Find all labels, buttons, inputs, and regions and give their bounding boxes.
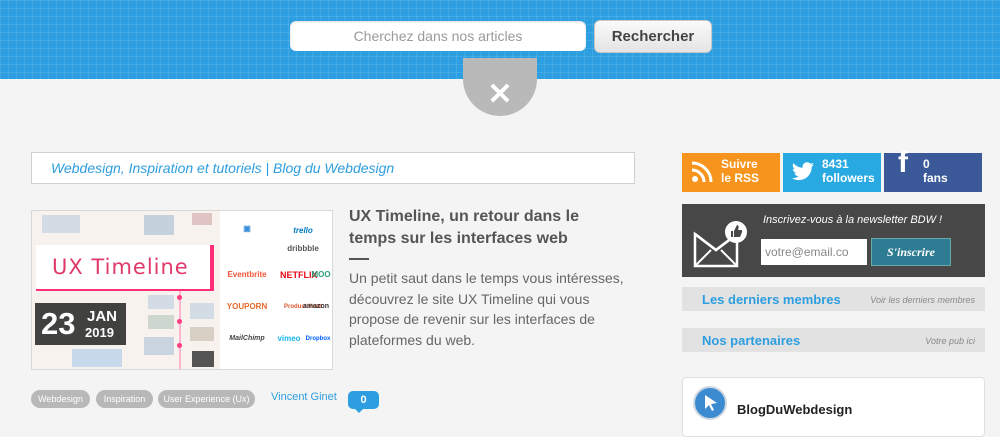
logo-youporn: YOUPORN [226,302,268,311]
article-excerpt: Un petit saut dans le temps vous intéres… [349,270,624,348]
page-avatar[interactable] [693,386,727,420]
logo-eventbrite: Eventbrite [227,270,267,279]
facebook-icon: f [898,146,908,179]
date-badge: 23 JAN 2019 [35,303,126,345]
date-month: JAN [87,308,118,325]
rss-line2: le RSS [721,171,760,185]
partners-title[interactable]: Nos partenaires [702,333,800,348]
logo-dribbble: dribbble [287,244,319,253]
logo-vimeo: vimeo [277,334,301,343]
article-title[interactable]: UX Timeline, un retour dans le temps sur… [349,206,629,250]
subscribe-button[interactable]: S'inscrire [871,238,951,266]
title-separator [349,258,369,260]
newsletter-email-input[interactable] [761,239,867,265]
facebook-page-name[interactable]: BlogDuWebdesign [737,402,852,417]
twitter-icon [792,162,814,181]
tag-inspiration[interactable]: Inspiration [96,390,153,408]
article-author[interactable]: Vincent Ginet [271,391,337,403]
tag-ux[interactable]: User Experience (Ux) [158,390,255,408]
date-day: 23 [41,306,76,341]
logo-dropbox: Dropbox [305,336,331,342]
rss-button[interactable]: Suivre le RSS [682,153,780,192]
newsletter-box: Inscrivez-vous à la newsletter BDW ! S'i… [682,204,985,277]
thumbnail-timeline-visual: UX Timeline [32,211,220,369]
newsletter-text: Inscrivez-vous à la newsletter BDW ! [763,214,943,226]
your-ad-link[interactable]: Votre pub ici [925,336,975,346]
latest-members-panel: Les derniers membres Voir les derniers m… [682,287,985,311]
search-button[interactable]: Rechercher [594,20,712,53]
logo-amazon: amazon [302,303,330,310]
tag-webdesign[interactable]: Webdesign [31,390,90,408]
twitter-line2: followers [822,171,875,185]
close-search-button[interactable]: ✕ [463,58,537,116]
facebook-page-widget: BlogDuWebdesign [682,377,985,437]
article-thumbnail[interactable]: UX Timeline ▣ trello dribbble Eventbrite… [31,210,333,370]
ux-timeline-card: UX Timeline [36,245,214,291]
rss-icon [691,161,713,183]
close-icon: ✕ [487,78,513,111]
latest-members-title[interactable]: Les derniers membres [702,292,841,307]
date-year: 2019 [85,325,114,340]
rss-line1: Suivre [721,157,758,171]
see-members-link[interactable]: Voir les derniers membres [870,295,975,305]
thumbnail-heading: UX Timeline [52,255,189,279]
facebook-fans-count: 0 [923,157,930,171]
twitter-followers-count: 8431 [822,157,849,171]
comment-count-badge[interactable]: 0 [348,391,379,413]
newsletter-mail-icon [693,221,747,268]
partners-panel: Nos partenaires Votre pub ici [682,328,985,352]
logo-trello: trello [293,226,313,235]
logo-netflix: NETFLIX [280,270,318,280]
dribbble-icon [224,235,270,255]
search-input[interactable] [290,21,586,51]
logo-moo: MOO [311,270,331,279]
breadcrumb[interactable]: Webdesign, Inspiration et tutoriels | Bl… [31,152,635,184]
cursor-icon [705,395,717,411]
facebook-button[interactable]: f 0 fans [884,146,982,192]
twitter-button[interactable]: 8431 followers [783,153,881,192]
facebook-line2: fans [923,171,948,185]
logo-mailchimp: MailChimp [229,335,265,342]
